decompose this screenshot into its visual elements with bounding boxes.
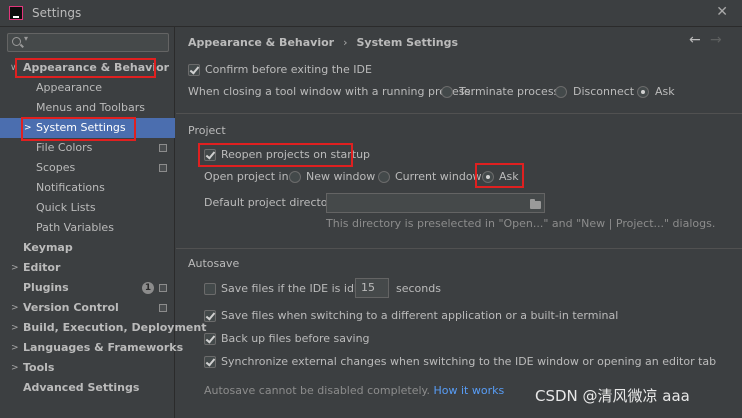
title-bar: Settings ✕ xyxy=(0,0,742,27)
project-level-icon xyxy=(159,164,167,172)
confirm-exit-label: Confirm before exiting the IDE xyxy=(205,63,372,76)
search-icon xyxy=(12,37,21,46)
save-on-switch-checkbox[interactable] xyxy=(204,310,216,322)
autosave-note: Autosave cannot be disabled completely. … xyxy=(204,384,504,397)
sidebar-item-label: Quick Lists xyxy=(36,201,96,214)
breadcrumb-current: System Settings xyxy=(356,36,459,49)
sidebar-item-scopes[interactable]: Scopes xyxy=(0,158,175,178)
save-idle-row: Save files if the IDE is idle for 15 sec… xyxy=(204,278,464,298)
default-directory-label: Default project directory: xyxy=(204,196,342,209)
breadcrumb: Appearance & Behavior › System Settings xyxy=(188,36,458,49)
sidebar-item-label: Menus and Toolbars xyxy=(36,101,145,114)
idle-seconds-suffix: seconds xyxy=(396,282,441,295)
sidebar-item-tools[interactable]: > Tools xyxy=(0,358,175,378)
sidebar-item-label: Path Variables xyxy=(36,221,114,234)
intellij-icon xyxy=(9,6,23,20)
autosave-note-text: Autosave cannot be disabled completely. xyxy=(204,384,430,397)
sidebar-item-appearance[interactable]: Appearance xyxy=(0,78,175,98)
sidebar-item-label: Version Control xyxy=(23,301,119,314)
backup-checkbox[interactable] xyxy=(204,333,216,345)
project-level-icon xyxy=(159,304,167,312)
annotation-box xyxy=(21,117,136,141)
back-arrow-icon[interactable]: ← xyxy=(689,32,701,48)
idle-seconds-input[interactable]: 15 xyxy=(355,278,389,298)
window-title: Settings xyxy=(32,6,82,20)
default-directory-hint: This directory is preselected in "Open..… xyxy=(326,217,716,230)
confirm-exit-checkbox[interactable] xyxy=(188,64,200,76)
save-idle-checkbox[interactable] xyxy=(204,283,216,295)
how-it-works-link[interactable]: How it works xyxy=(433,384,504,397)
close-icon[interactable]: ✕ xyxy=(716,4,728,20)
sync-external-checkbox[interactable] xyxy=(204,356,216,368)
annotation-box xyxy=(198,143,353,167)
sidebar-item-label: File Colors xyxy=(36,141,93,154)
project-section-title: Project xyxy=(188,124,226,137)
sidebar-item-label: Editor xyxy=(23,261,61,274)
sidebar-item-keymap[interactable]: Keymap xyxy=(0,238,175,258)
sidebar-item-label: Scopes xyxy=(36,161,76,174)
closing-tool-window-row: When closing a tool window with a runnin… xyxy=(188,83,708,101)
backup-label: Back up files before saving xyxy=(221,332,370,345)
divider xyxy=(176,248,742,249)
sync-external-label: Synchronize external changes when switch… xyxy=(221,355,717,368)
sidebar-item-label: Languages & Frameworks xyxy=(23,341,184,354)
project-level-icon xyxy=(159,144,167,152)
sidebar-item-label: Appearance xyxy=(36,81,103,94)
sidebar-item-quick-lists[interactable]: Quick Lists xyxy=(0,198,175,218)
new-window-radio[interactable] xyxy=(289,171,301,183)
disconnect-radio[interactable] xyxy=(555,86,567,98)
breadcrumb-parent[interactable]: Appearance & Behavior xyxy=(188,36,334,49)
annotation-box xyxy=(15,58,156,78)
sidebar-item-label: Notifications xyxy=(36,181,105,194)
ask-label[interactable]: Ask xyxy=(655,83,675,101)
folder-icon[interactable] xyxy=(530,199,541,209)
sidebar-item-path-variables[interactable]: Path Variables xyxy=(0,218,175,238)
csdn-watermark: CSDN @清风微凉 aaa xyxy=(535,387,690,405)
default-directory-input[interactable] xyxy=(326,193,545,213)
current-window-radio[interactable] xyxy=(378,171,390,183)
settings-content: Appearance & Behavior › System Settings ← … xyxy=(176,27,742,418)
new-window-label[interactable]: New window xyxy=(306,168,375,186)
settings-search-input[interactable]: ▾ xyxy=(7,33,169,52)
chevron-right-icon[interactable]: > xyxy=(11,258,19,278)
sidebar-item-notifications[interactable]: Notifications xyxy=(0,178,175,198)
settings-sidebar: ▾ ∨ Appearance & Behavior Appearance Men… xyxy=(0,27,206,418)
sidebar-item-build-execution-deployment[interactable]: > Build, Execution, Deployment xyxy=(0,318,206,338)
disconnect-label[interactable]: Disconnect xyxy=(573,83,634,101)
sidebar-item-advanced-settings[interactable]: Advanced Settings xyxy=(0,378,175,398)
forward-arrow-icon[interactable]: → xyxy=(710,32,722,48)
closing-tool-window-label: When closing a tool window with a runnin… xyxy=(188,85,474,98)
sidebar-item-file-colors[interactable]: File Colors xyxy=(0,138,175,158)
terminate-process-radio[interactable] xyxy=(441,86,453,98)
open-project-in-label: Open project in xyxy=(204,170,289,183)
sidebar-item-languages-frameworks[interactable]: > Languages & Frameworks xyxy=(0,338,183,358)
sidebar-item-label: Keymap xyxy=(23,241,73,254)
chevron-right-icon[interactable]: > xyxy=(11,338,19,358)
chevron-right-icon[interactable]: > xyxy=(11,298,19,318)
sidebar-item-plugins[interactable]: Plugins 1 xyxy=(0,278,175,298)
project-level-icon xyxy=(159,284,167,292)
autosave-section-title: Autosave xyxy=(188,257,240,270)
sidebar-item-label: Advanced Settings xyxy=(23,381,140,394)
divider xyxy=(176,113,742,114)
ask-radio[interactable] xyxy=(637,86,649,98)
annotation-box xyxy=(475,163,524,188)
sidebar-item-editor[interactable]: > Editor xyxy=(0,258,175,278)
plugin-updates-badge: 1 xyxy=(142,282,154,294)
search-options-caret[interactable]: ▾ xyxy=(24,34,28,43)
chevron-right-icon[interactable]: > xyxy=(11,318,19,338)
sidebar-item-label: Plugins xyxy=(23,281,69,294)
chevron-right-icon[interactable]: > xyxy=(11,358,19,378)
save-on-switch-label: Save files when switching to a different… xyxy=(221,309,619,322)
sidebar-item-version-control[interactable]: > Version Control xyxy=(0,298,175,318)
terminate-process-label[interactable]: Terminate process xyxy=(459,83,559,101)
current-window-label[interactable]: Current window xyxy=(395,168,482,186)
breadcrumb-separator: › xyxy=(343,36,348,49)
sidebar-item-label: Tools xyxy=(23,361,55,374)
sidebar-item-menus-toolbars[interactable]: Menus and Toolbars xyxy=(0,98,175,118)
